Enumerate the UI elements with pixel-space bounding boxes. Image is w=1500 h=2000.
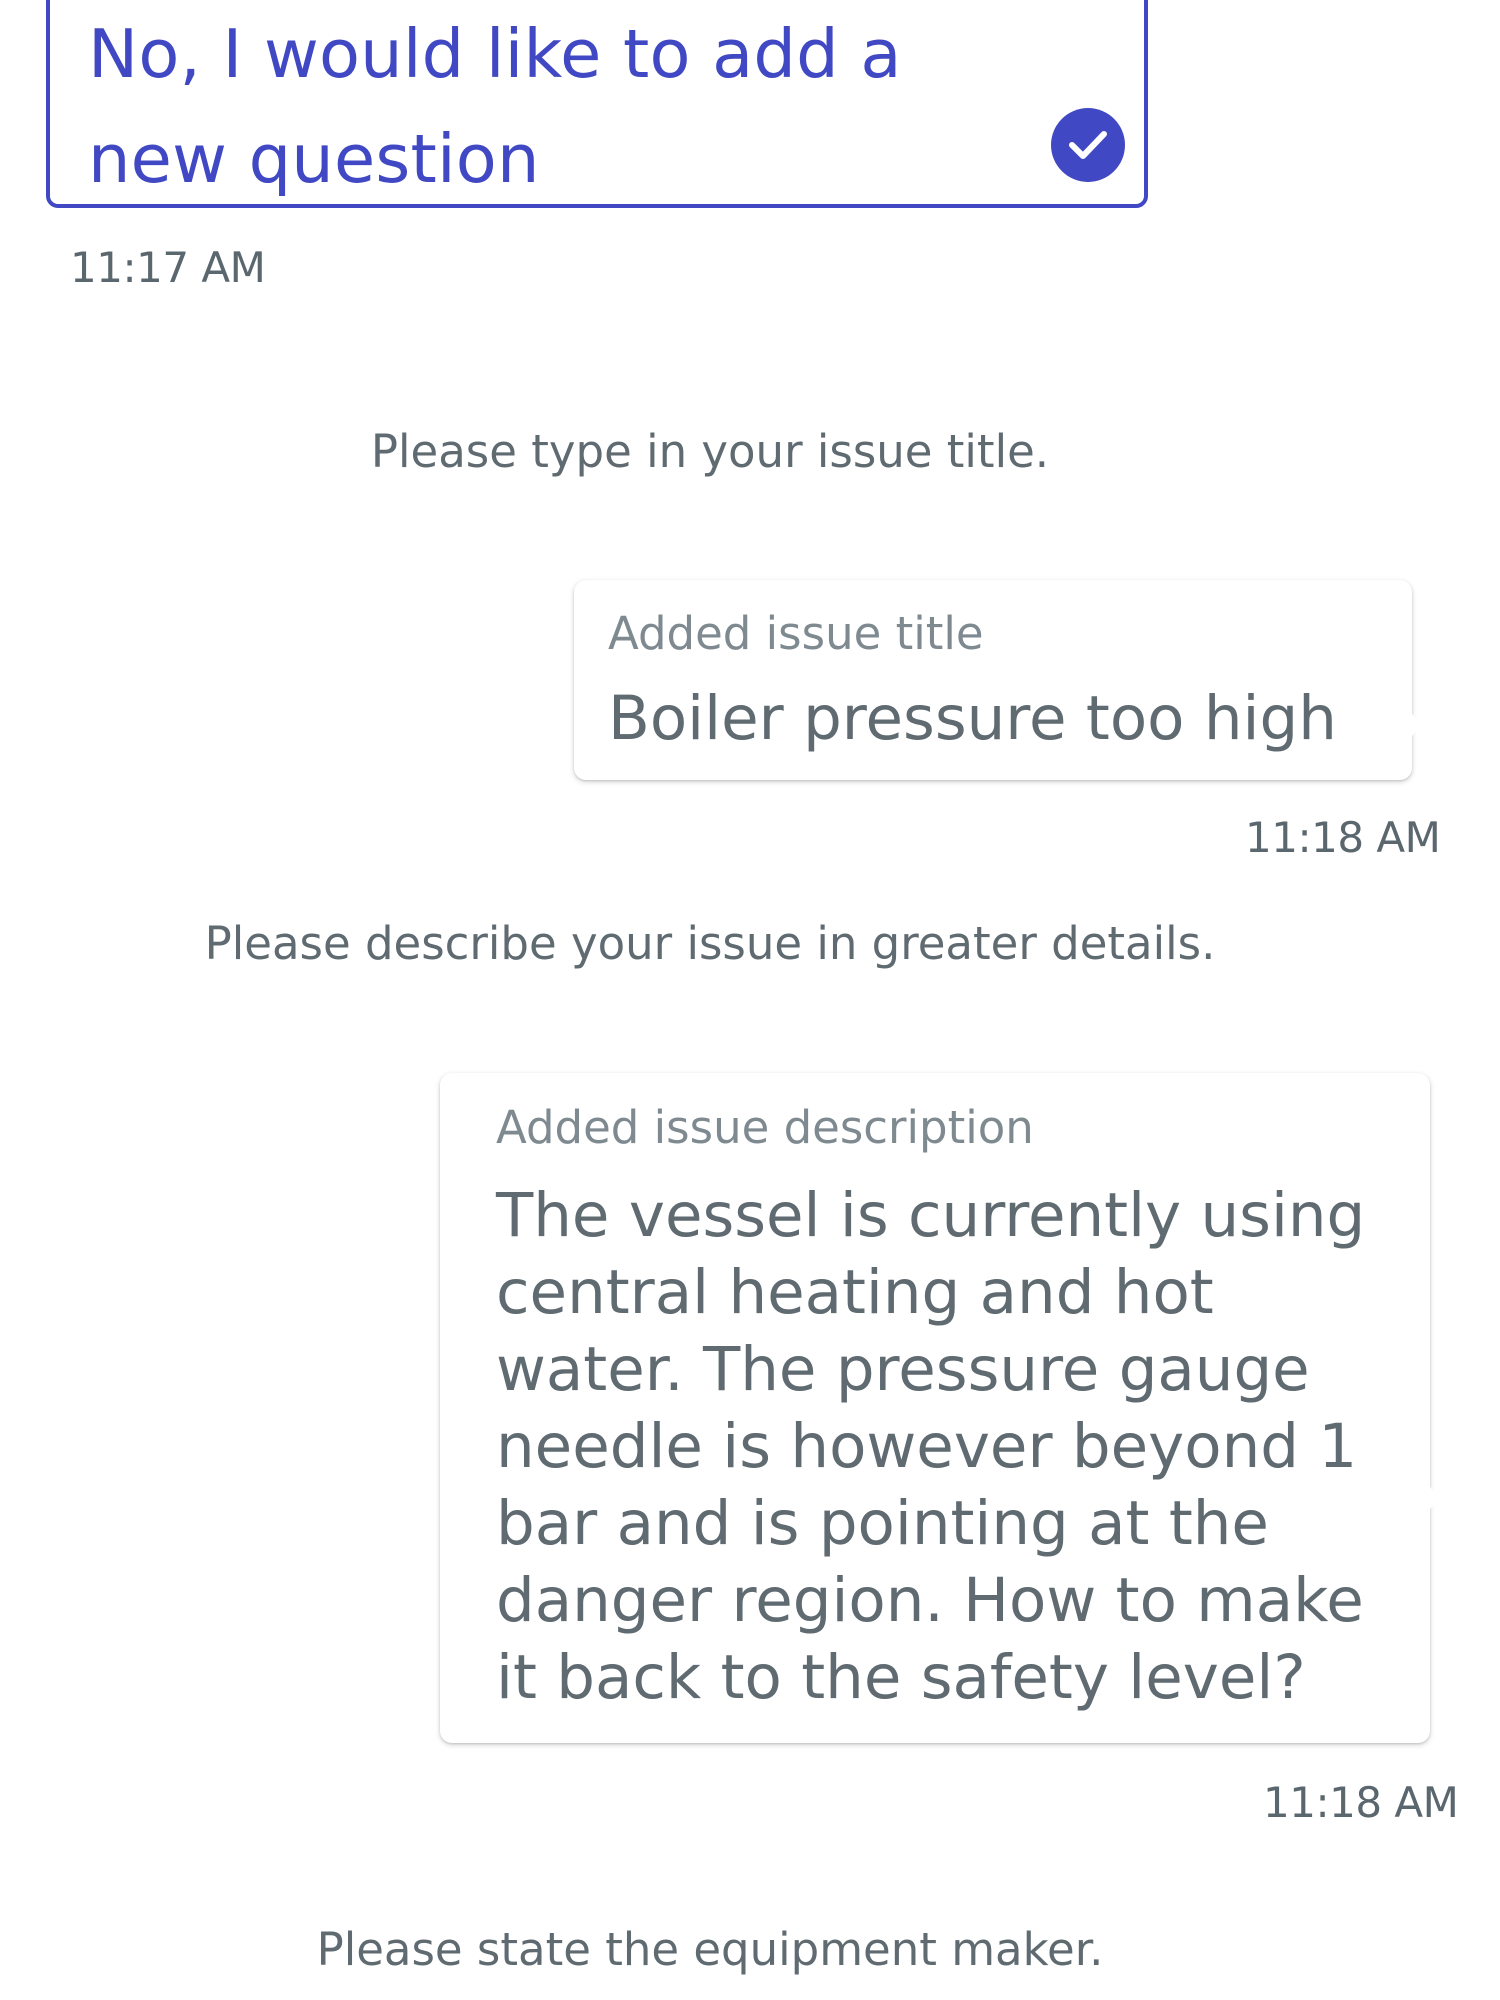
issue-description-bubble: Added issue description The vessel is cu… xyxy=(440,1073,1452,1743)
message-timestamp: 11:18 AM xyxy=(1263,1778,1459,1827)
message-timestamp: 11:18 AM xyxy=(1245,813,1441,862)
bot-prompt-issue-description: Please describe your issue in greater de… xyxy=(204,917,1216,970)
bot-prompt-issue-title: Please type in your issue title. xyxy=(370,425,1050,478)
issue-description-text: The vessel is currently using central he… xyxy=(496,1180,1366,1713)
issue-title-label: Added issue title xyxy=(608,607,984,660)
bubble-tail xyxy=(1410,710,1434,740)
bot-prompt-equipment-maker: Please state the equipment maker. xyxy=(316,1923,1104,1976)
selected-option-label: No, I would like to add a new question xyxy=(88,15,902,198)
selected-option-card[interactable]: No, I would like to add a new question xyxy=(46,0,1148,208)
message-timestamp: 11:17 AM xyxy=(70,243,266,292)
issue-description-label: Added issue description xyxy=(496,1101,1034,1154)
issue-title-bubble: Added issue title Boiler pressure too hi… xyxy=(574,580,1434,780)
checkmark-icon xyxy=(1051,108,1125,182)
issue-title-text: Boiler pressure too high xyxy=(608,683,1337,754)
bubble-tail xyxy=(1428,1483,1452,1513)
